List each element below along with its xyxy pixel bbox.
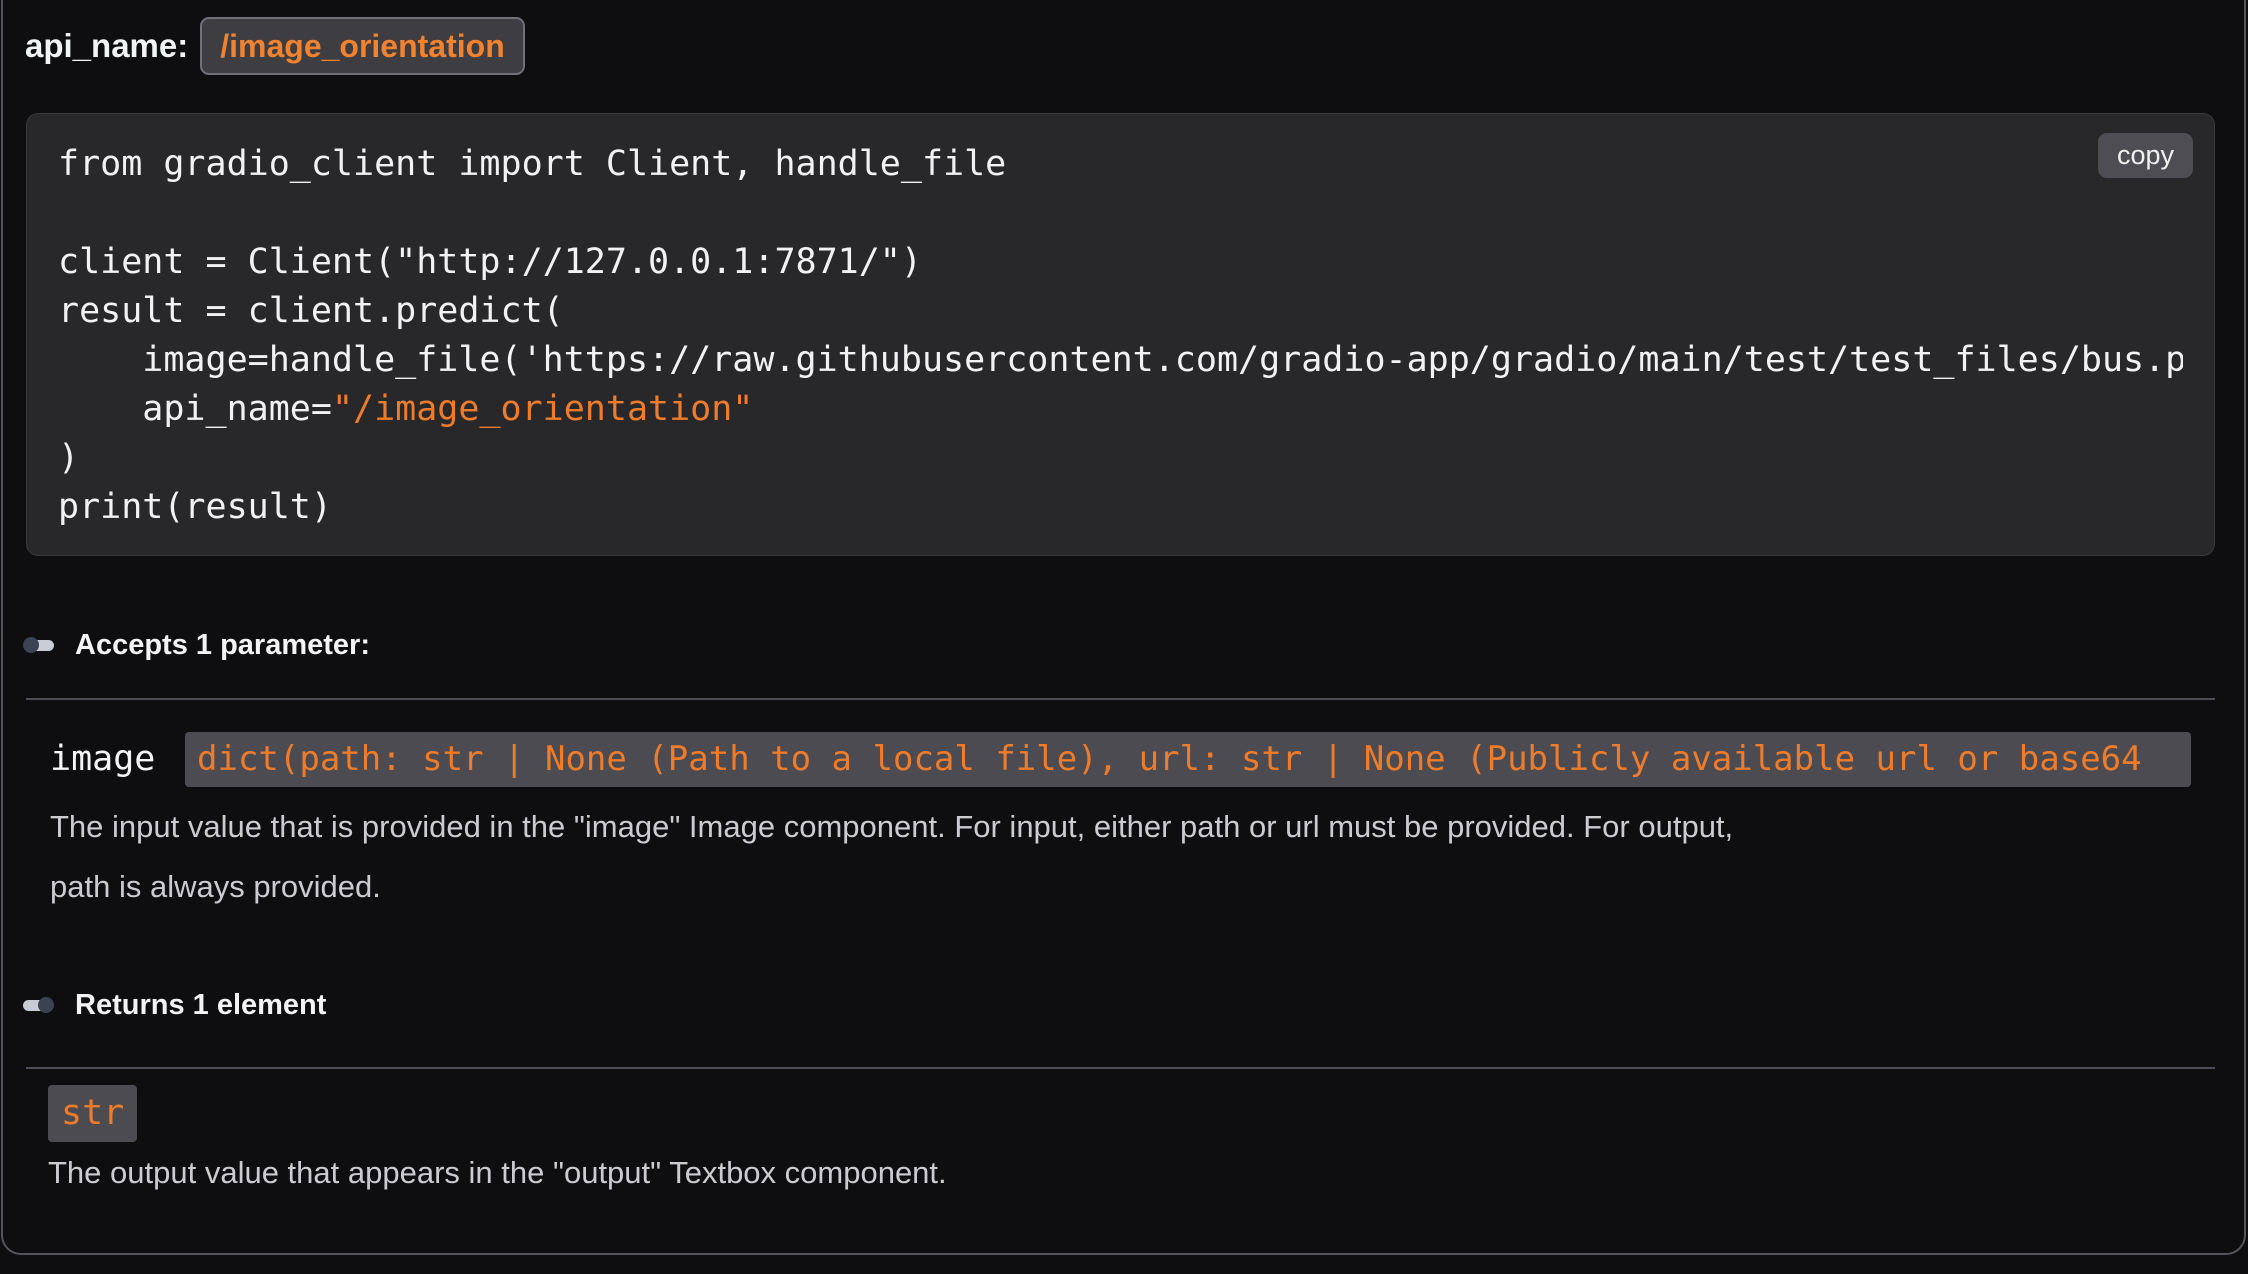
- divider: [26, 698, 2215, 700]
- parameter-type-chip: dict(path: str | None (Path to a local f…: [185, 732, 2191, 787]
- accepts-heading-label: Accepts 1 parameter:: [75, 629, 370, 662]
- code-block: from gradio_client import Client, handle…: [26, 113, 2215, 556]
- code-line: [58, 189, 2183, 238]
- copy-button[interactable]: copy: [2098, 133, 2193, 178]
- return-pill-icon: [23, 997, 54, 1013]
- accepts-heading: Accepts 1 parameter:: [23, 629, 370, 661]
- parameter-description: The input value that is provided in the …: [50, 797, 1733, 917]
- parameter-description-line: path is always provided.: [50, 857, 1733, 917]
- return-description: The output value that appears in the "ou…: [48, 1143, 947, 1203]
- parameter-row: image dict(path: str | None (Path to a l…: [0, 732, 2248, 787]
- api-name-header: api_name: /image_orientation: [25, 15, 525, 77]
- code-line: from gradio_client import Client, handle…: [58, 140, 2183, 189]
- code-line: image=handle_file('https://raw.githubuse…: [58, 336, 2183, 385]
- api-endpoint-chip: /image_orientation: [200, 17, 525, 75]
- code-line: client = Client("http://127.0.0.1:7871/"…: [58, 238, 2183, 287]
- parameter-name: image: [50, 732, 155, 787]
- returns-heading: Returns 1 element: [23, 989, 326, 1021]
- parameter-description-line: The input value that is provided in the …: [50, 797, 1733, 857]
- returns-heading-label: Returns 1 element: [75, 989, 326, 1022]
- code-line-api-name: api_name="/image_orientation": [58, 385, 2183, 434]
- divider: [26, 1067, 2215, 1069]
- code-line: ): [58, 434, 2183, 483]
- code-api-name-string: "/image_orientation": [332, 389, 753, 429]
- code-line: print(result): [58, 483, 2183, 532]
- code-snippet: from gradio_client import Client, handle…: [27, 114, 2214, 556]
- api-name-label: api_name:: [25, 27, 188, 65]
- code-api-name-prefix: api_name=: [58, 389, 332, 429]
- return-type-chip: str: [48, 1085, 137, 1142]
- code-line: result = client.predict(: [58, 287, 2183, 336]
- parameter-pill-icon: [23, 637, 54, 653]
